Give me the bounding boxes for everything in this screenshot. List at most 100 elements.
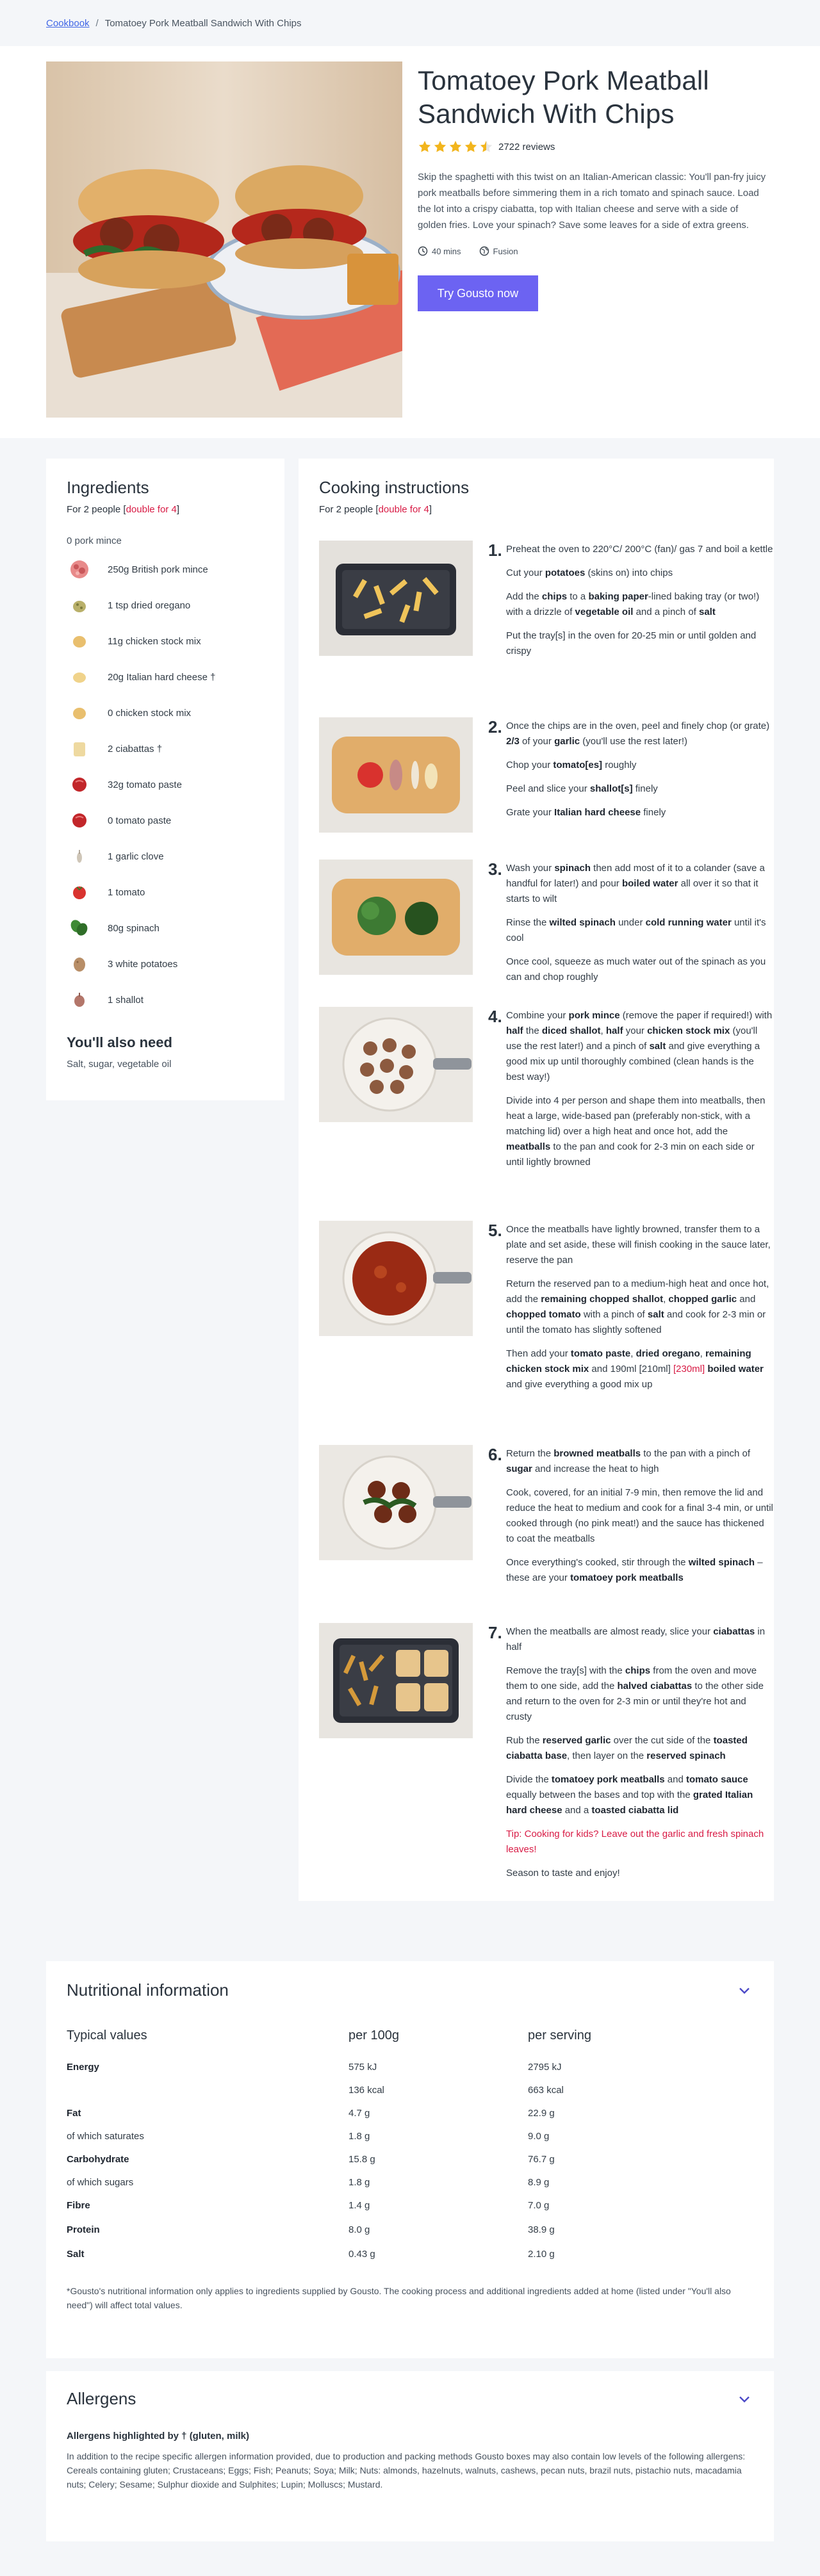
allergens-highlighted: Allergens highlighted by † (gluten, milk… [67,2431,250,2441]
step-instructions: Once the meatballs have lightly browned,… [506,1222,774,1401]
nutrition-cell: Salt [67,2248,85,2260]
step-paragraph: Peel and slice your shallot[s] finely [506,783,658,794]
ingredient-item: 250g British pork mince [67,551,264,587]
double-for-4-link[interactable]: double for 4 [126,504,177,515]
step-number: 6. [488,1445,502,1464]
tomato-icon [67,879,92,905]
nutrition-cell: 8.0 g [348,2224,370,2235]
allergens-toggle[interactable]: Allergens [67,2389,753,2409]
cook-time-value: 40 mins [432,246,461,256]
step-image [319,1623,473,1738]
tomato-paste-icon [67,772,92,797]
allergens-text: In addition to the recipe specific aller… [67,2451,746,2490]
step-paragraph: Chop your tomato[es] roughly [506,760,637,770]
clock-icon [418,246,428,256]
ingredient-item: 1 tomato [67,874,264,910]
recipe-meta: 40 mins Fusion [418,246,769,256]
ingredient-label: 2 ciabattas † [108,743,163,754]
ingredient-item: 0 chicken stock mix [67,695,264,731]
stock-mix-icon [67,700,92,726]
serves-text: For 2 people [319,504,373,515]
step-paragraph: Remove the tray[s] with the chips from t… [506,1665,764,1722]
allergens-title: Allergens [67,2389,136,2408]
ingredient-item: 2 ciabattas † [67,731,264,767]
recipe-hero-info: Tomatoey Pork Meatball Sandwich With Chi… [418,64,769,311]
nutrition-cell: Carbohydrate [67,2153,129,2165]
ingredient-label: 20g Italian hard cheese † [108,671,216,683]
nutrition-cell: 0.43 g [348,2248,375,2260]
step-instructions: Once the chips are in the oven, peel and… [506,719,774,829]
nutrition-cell: 7.0 g [528,2199,550,2211]
step-number: 5. [488,1221,502,1240]
step-number: 4. [488,1007,502,1026]
ciabatta-icon [67,736,92,762]
step-number: 1. [488,541,502,560]
ingredient-item: 80g spinach [67,910,264,946]
nutrition-row: of which saturates 1.8 g 9.0 g [67,2125,753,2147]
nutrition-row: of which sugars 1.8 g 8.9 g [67,2171,753,2193]
tomato-paste-icon [67,808,92,833]
nutrition-cell: 2.10 g [528,2248,555,2260]
step-paragraph: Tip: Cooking for kids? Leave out the gar… [506,1829,764,1855]
breadcrumb-current: Tomatoey Pork Meatball Sandwich With Chi… [104,17,302,29]
pork-mince-icon [67,557,92,582]
nutrition-header: per 100g [348,2028,399,2042]
step-paragraph: Season to taste and enjoy! [506,1868,620,1879]
shallot-icon [67,987,92,1013]
nutrition-cell: of which sugars [67,2176,134,2188]
ingredient-item: 1 shallot [67,982,264,1018]
ingredients-serves: For 2 people [double for 4] [67,504,179,515]
step-paragraph: Then add your tomato paste, dried oregan… [506,1348,764,1390]
breadcrumb: Cookbook / Tomatoey Pork Meatball Sandwi… [0,0,820,46]
star-icon [464,140,477,152]
ingredient-label: 1 tomato [108,886,145,898]
step-number: 3. [488,860,502,879]
nutrition-cell: Fibre [67,2199,90,2211]
cuisine: Fusion [479,246,518,256]
nutrition-cell: 38.9 g [528,2224,555,2235]
also-need-text: Salt, sugar, vegetable oil [67,1059,172,1070]
ingredient-item: 0 tomato paste [67,803,264,838]
step-paragraph: Put the tray[s] in the oven for 20-25 mi… [506,630,757,656]
nutrition-cell: Energy [67,2061,99,2073]
ingredient-label: 32g tomato paste [108,779,182,790]
step-paragraph: Return the reserved pan to a medium-high… [506,1278,769,1335]
ingredient-label: 250g British pork mince [108,564,208,575]
ingredients-panel: Ingredients For 2 people [double for 4] … [46,459,284,1100]
nutrition-cell: 1.4 g [348,2199,370,2211]
nutrition-cell: 2795 kJ [528,2061,562,2073]
breadcrumb-cookbook-link[interactable]: Cookbook [46,18,90,29]
step-paragraph: Cut your potatoes (skins on) into chips [506,567,673,578]
globe-icon [479,246,489,256]
nutrition-section: Nutritional information Typical values p… [46,1961,774,2358]
step-instructions: Return the browned meatballs to the pan … [506,1446,774,1594]
serves-text: For 2 people [67,504,121,515]
also-need-title: You'll also need [67,1034,172,1050]
ingredient-label: 1 garlic clove [108,851,164,862]
cheese-icon [67,664,92,690]
ingredient-label: 0 chicken stock mix [108,707,192,719]
cooking-title: Cooking instructions [319,478,470,497]
ingredients-title: Ingredients [67,478,149,497]
recipe-title: Tomatoey Pork Meatball Sandwich With Chi… [418,65,709,129]
nutrition-row: Fat 4.7 g 22.9 g [67,2101,753,2125]
nutrition-toggle[interactable]: Nutritional information [67,1980,753,2000]
ingredient-label: 80g spinach [108,922,160,934]
try-gousto-button[interactable]: Try Gousto now [418,275,538,311]
oregano-icon [67,592,92,618]
nutrition-cell: 136 kcal [348,2084,384,2096]
double-for-4-link[interactable]: double for 4 [379,504,429,515]
step-paragraph: Grate your Italian hard cheese finely [506,807,666,818]
nutrition-cell: Protein [67,2224,100,2235]
potato-icon [67,951,92,977]
step-paragraph: Wash your spinach then add most of it to… [506,863,765,904]
nutrition-title: Nutritional information [67,1980,229,2000]
ingredient-label: 0 tomato paste [108,815,172,826]
nutrition-row: Salt 0.43 g 2.10 g [67,2242,753,2266]
step-instructions: Preheat the oven to 220°C/ 200°C (fan)/ … [506,542,774,667]
step-paragraph: Once everything's cooked, stir through t… [506,1557,763,1583]
spinach-icon [67,915,92,941]
step-number: 2. [488,717,502,737]
step-paragraph: Rub the reserved garlic over the cut sid… [506,1735,748,1761]
recipe-rating[interactable]: 2722 reviews [418,140,769,154]
